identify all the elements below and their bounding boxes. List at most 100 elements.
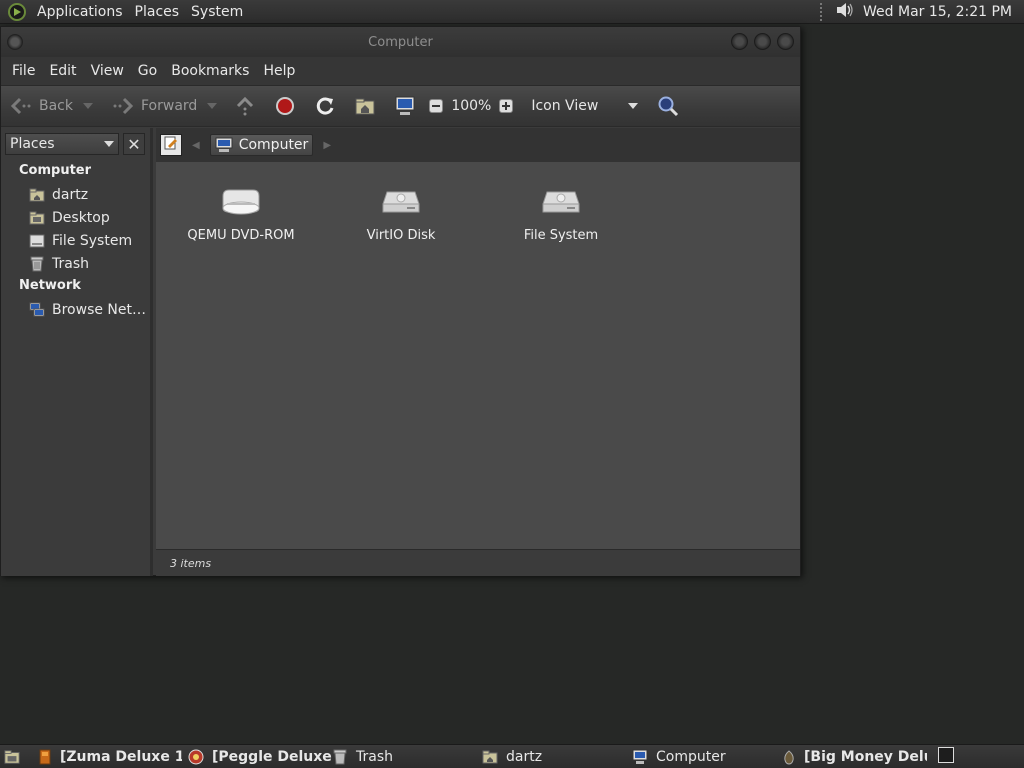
panel-separator [820, 3, 823, 21]
search-icon [656, 94, 680, 118]
hard-disk-icon [331, 176, 471, 218]
file-item-virtio-disk[interactable]: VirtIO Disk [331, 176, 471, 243]
sidebar-item-file-system[interactable]: File System [1, 229, 150, 252]
places-menu[interactable]: Places [129, 4, 186, 20]
window-title: Computer [368, 34, 433, 50]
volume-icon[interactable] [835, 1, 855, 23]
view-mode-select[interactable]: Icon View [525, 98, 639, 114]
menubar: File Edit View Go Bookmarks Help [1, 57, 800, 85]
sidebar-item-browse-network[interactable]: Browse Net… [1, 298, 150, 321]
file-item-qemu-dvd-rom[interactable]: QEMU DVD-ROM [171, 176, 311, 243]
sidebar-item-label: Desktop [52, 209, 110, 226]
sidebar-item-dartz[interactable]: dartz [1, 183, 150, 206]
sidebar-type-select[interactable]: Places [5, 133, 119, 155]
view-menu[interactable]: View [84, 63, 131, 79]
home-button[interactable] [353, 94, 377, 118]
sidebar-item-label: dartz [52, 186, 89, 203]
task-dartz[interactable]: dartz [482, 749, 632, 765]
show-desktop-button[interactable] [0, 749, 32, 765]
zoom-in-icon[interactable] [499, 99, 514, 113]
task-trash[interactable]: Trash [332, 749, 482, 765]
task-big-money-deluxe[interactable]: [Big Money Delu… [782, 749, 927, 765]
clock[interactable]: Wed Mar 15, 2:21 PM [863, 4, 1012, 20]
applications-menu[interactable]: Applications [31, 4, 129, 20]
forward-label: Forward [141, 98, 198, 114]
workspace-switcher[interactable] [938, 747, 954, 763]
up-button[interactable] [233, 94, 257, 118]
file-item-label: VirtIO Disk [366, 228, 436, 243]
back-button[interactable]: Back [9, 94, 93, 118]
stop-button[interactable] [273, 94, 297, 118]
up-arrow-icon [233, 94, 257, 118]
sidebar: Places ✕ Computer dartz Desktop File Sys… [1, 128, 153, 576]
show-desktop-icon [4, 749, 20, 765]
sidebar-item-label: Trash [52, 255, 89, 272]
breadcrumb-label: Computer [238, 137, 309, 153]
task-label: [Peggle Deluxe 1… [212, 748, 332, 765]
forward-arrow-icon [111, 94, 135, 118]
bottom-panel: [Zuma Deluxe 1.0] [Peggle Deluxe 1… Tras… [0, 744, 1024, 768]
breadcrumb-computer[interactable]: Computer [209, 134, 314, 156]
forward-history-dropdown[interactable] [207, 103, 218, 109]
file-item-file-system[interactable]: File System [491, 176, 631, 243]
computer-icon [393, 94, 417, 118]
zoom-level: 100% [451, 98, 492, 114]
task-computer[interactable]: Computer [632, 749, 782, 765]
toolbar: Back Forward 100% Icon View [1, 85, 800, 127]
reload-button[interactable] [313, 94, 337, 118]
file-menu[interactable]: File [5, 63, 42, 79]
file-view[interactable]: QEMU DVD-ROM VirtIO Disk File System [156, 162, 800, 549]
status-bar: 3 items [156, 549, 800, 576]
forward-button[interactable]: Forward [111, 94, 218, 118]
computer-button[interactable] [393, 94, 417, 118]
trash-icon [29, 256, 45, 272]
close-button[interactable] [777, 33, 794, 50]
zuma-app-icon [38, 749, 52, 765]
drive-icon [29, 233, 45, 249]
sidebar-group-network: Network [19, 278, 81, 293]
reload-icon [313, 94, 337, 118]
sidebar-item-label: Browse Net… [52, 301, 147, 318]
search-button[interactable] [656, 94, 680, 118]
file-item-label: File System [523, 228, 599, 243]
task-label: Computer [656, 748, 726, 765]
path-scroll-right-icon[interactable]: ▶ [323, 140, 331, 151]
task-label: [Big Money Delu… [804, 748, 927, 765]
big-money-app-icon [782, 749, 796, 765]
system-menu[interactable]: System [185, 4, 249, 20]
file-manager-window: Computer File Edit View Go Bookmarks Hel… [0, 26, 801, 576]
hard-disk-icon [491, 176, 631, 218]
home-folder-icon [353, 94, 377, 118]
home-folder-icon [29, 187, 45, 203]
peggle-app-icon [188, 749, 204, 765]
go-menu[interactable]: Go [131, 63, 164, 79]
sidebar-item-desktop[interactable]: Desktop [1, 206, 150, 229]
gnome-foot-icon[interactable] [7, 2, 27, 22]
back-history-dropdown[interactable] [83, 103, 93, 109]
path-scroll-left-icon[interactable]: ◀ [192, 140, 200, 151]
task-zuma-deluxe[interactable]: [Zuma Deluxe 1.0] [32, 749, 182, 765]
desktop-folder-icon [29, 210, 45, 226]
maximize-button[interactable] [754, 33, 771, 50]
top-panel: Applications Places System Wed Mar 15, 2… [0, 0, 1024, 24]
location-bar: ◀ Computer ▶ [156, 128, 800, 162]
titlebar[interactable]: Computer [1, 27, 800, 57]
zoom-out-icon[interactable] [429, 99, 444, 113]
back-arrow-icon [9, 94, 33, 118]
close-icon: ✕ [127, 134, 141, 154]
task-peggle-deluxe[interactable]: [Peggle Deluxe 1… [182, 749, 332, 765]
stop-icon [273, 94, 297, 118]
minimize-button[interactable] [731, 33, 748, 50]
help-menu[interactable]: Help [256, 63, 302, 79]
bookmarks-menu[interactable]: Bookmarks [164, 63, 256, 79]
window-menu-button[interactable] [7, 34, 23, 50]
optical-drive-icon [171, 176, 311, 218]
view-mode-label: Icon View [531, 98, 599, 114]
edit-menu[interactable]: Edit [42, 63, 83, 79]
task-label: dartz [506, 748, 543, 765]
sidebar-item-trash[interactable]: Trash [1, 252, 150, 275]
toggle-location-entry-button[interactable] [160, 134, 182, 156]
close-sidebar-button[interactable]: ✕ [123, 133, 145, 155]
file-item-label: QEMU DVD-ROM [187, 228, 295, 243]
sidebar-group-computer: Computer [19, 163, 92, 178]
